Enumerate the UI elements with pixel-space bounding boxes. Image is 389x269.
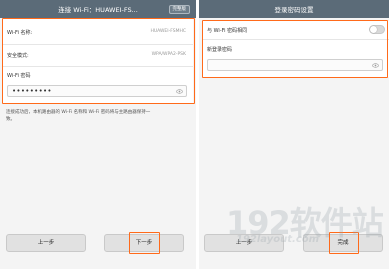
same-as-wifi-label: 与 Wi-Fi 密码相同 bbox=[207, 28, 248, 34]
next-button[interactable]: 下一步 bbox=[104, 234, 184, 252]
note-line: 致。 bbox=[6, 117, 15, 122]
same-as-wifi-toggle[interactable] bbox=[369, 25, 385, 34]
divider bbox=[3, 66, 193, 67]
wifi-name-label: Wi-Fi 名称: bbox=[7, 30, 33, 36]
divider bbox=[203, 39, 389, 40]
title-bar: 登录密码设置 bbox=[199, 0, 389, 18]
note-line: 连接成功后，本机路由器的 Wi-Fi 名称和 Wi-Fi 密码将与主路由器保持一 bbox=[6, 110, 151, 115]
security-mode-label: 安全模式: bbox=[7, 53, 29, 59]
new-password-input[interactable] bbox=[207, 59, 383, 71]
title-bar: 连接 Wi-Fi：HUAWEI-FS... 完整版 bbox=[0, 0, 196, 18]
prev-button[interactable]: 上一步 bbox=[6, 234, 86, 252]
divider bbox=[3, 44, 193, 45]
toggle-knob bbox=[370, 26, 377, 33]
security-mode-value: WPA/WPA2-PSK bbox=[151, 52, 186, 57]
password-dots: ••••••••• bbox=[12, 87, 52, 95]
new-password-label: 新登录密码 bbox=[207, 47, 233, 53]
sync-note: 连接成功后，本机路由器的 Wi-Fi 名称和 Wi-Fi 密码将与主路由器保持一… bbox=[6, 109, 192, 123]
show-password-icon[interactable] bbox=[372, 62, 379, 69]
wifi-settings-form: Wi-Fi 名称: HUAWEI-FSMHC 安全模式: WPA/WPA2-PS… bbox=[3, 19, 193, 103]
wifi-connect-screen: 连接 Wi-Fi：HUAWEI-FS... 完整版 Wi-Fi 名称: HUAW… bbox=[0, 0, 196, 269]
wifi-password-input[interactable]: ••••••••• bbox=[7, 85, 187, 97]
page-title: 登录密码设置 bbox=[274, 6, 314, 14]
login-password-screen: 登录密码设置 与 Wi-Fi 密码相同 新登录密码 上一步 完成 bbox=[199, 0, 389, 269]
login-password-form: 与 Wi-Fi 密码相同 新登录密码 bbox=[203, 21, 389, 77]
done-button[interactable]: 完成 bbox=[303, 234, 383, 252]
page-title: 连接 Wi-Fi：HUAWEI-FS... bbox=[58, 6, 138, 14]
wifi-password-label: Wi-Fi 密码 bbox=[7, 73, 31, 79]
wifi-name-value: HUAWEI-FSMHC bbox=[150, 29, 186, 34]
prev-button[interactable]: 上一步 bbox=[204, 234, 284, 252]
full-version-button[interactable]: 完整版 bbox=[168, 5, 190, 14]
show-password-icon[interactable] bbox=[176, 88, 183, 95]
